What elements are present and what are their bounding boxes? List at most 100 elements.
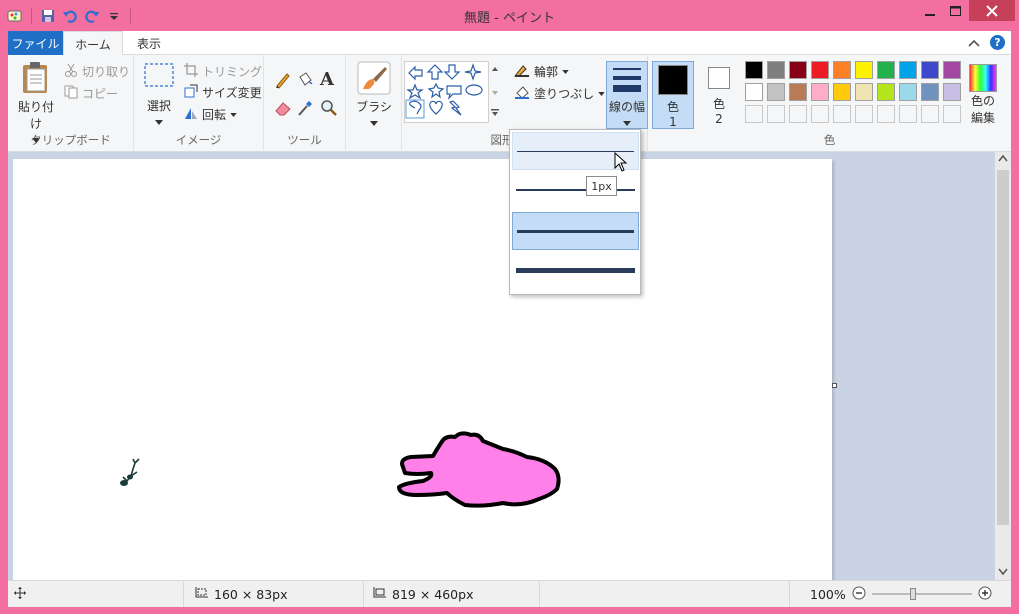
line-width-option-2[interactable] [512, 171, 639, 209]
rect-callout-shape-icon[interactable] [446, 85, 462, 100]
tab-view[interactable]: 表示 [126, 31, 172, 55]
size-button[interactable]: 線の幅 [606, 61, 648, 129]
custom-color-slot[interactable] [811, 105, 829, 123]
chevron-down-icon [623, 121, 631, 126]
color-swatch[interactable] [899, 83, 917, 101]
tab-file[interactable]: ファイル [8, 31, 63, 55]
help-icon[interactable]: ? [990, 35, 1005, 50]
scrollbar-thumb[interactable] [997, 170, 1009, 525]
select-label: 選択 [146, 99, 171, 113]
zoom-controls: 100% [810, 581, 992, 607]
scroll-up-icon[interactable] [995, 152, 1011, 166]
selected-shape-highlight [405, 99, 425, 119]
custom-color-slot[interactable] [943, 105, 961, 123]
line-width-option-4[interactable] [512, 252, 639, 290]
fill-icon [514, 85, 530, 102]
crop-button[interactable]: トリミング [184, 63, 262, 80]
color-swatch[interactable] [855, 83, 873, 101]
vertical-scrollbar[interactable] [995, 152, 1011, 580]
custom-color-slot[interactable] [855, 105, 873, 123]
crop-label: トリミング [202, 65, 263, 79]
six-point-star-shape-icon[interactable] [427, 82, 445, 99]
select-button[interactable]: 選択 [140, 61, 178, 131]
four-point-star-shape-icon[interactable] [464, 63, 482, 81]
down-arrow-shape-icon[interactable] [443, 64, 461, 80]
edit-colors-label-2: 編集 [970, 111, 995, 125]
color-swatch[interactable] [745, 61, 763, 79]
color-swatch[interactable] [899, 61, 917, 79]
color-swatch[interactable] [877, 61, 895, 79]
eraser-icon[interactable] [274, 99, 294, 119]
size-label: 線の幅 [608, 100, 645, 114]
collapse-ribbon-icon[interactable] [968, 36, 980, 50]
color-swatch[interactable] [921, 61, 939, 79]
color-swatch[interactable] [877, 83, 895, 101]
custom-color-slot[interactable] [899, 105, 917, 123]
canvas-resize-handle[interactable] [832, 383, 837, 388]
paste-label: 貼り付け [17, 100, 54, 131]
pencil-icon[interactable] [274, 71, 294, 91]
color-swatch[interactable] [745, 83, 763, 101]
edit-colors-button[interactable]: 色の 編集 [960, 61, 1006, 131]
cut-button[interactable]: 切り取り [64, 63, 130, 80]
lightning-shape-icon[interactable] [448, 100, 462, 116]
paste-button[interactable]: 貼り付け [14, 61, 58, 143]
resize-button[interactable]: サイズ変更 [184, 84, 262, 101]
color1-button[interactable]: 色 1 [652, 61, 694, 129]
color1-swatch [658, 65, 688, 95]
zoom-out-icon[interactable] [852, 586, 866, 603]
heart-shape-icon[interactable] [429, 100, 443, 115]
brush-icon [357, 61, 391, 95]
custom-color-slot[interactable] [877, 105, 895, 123]
color-swatch[interactable] [943, 83, 961, 101]
outline-label: 輪郭 [534, 65, 559, 79]
magnifier-icon[interactable] [320, 99, 340, 119]
color-swatch[interactable] [833, 83, 851, 101]
five-point-star-shape-icon[interactable] [406, 83, 424, 100]
color-swatch[interactable] [855, 61, 873, 79]
custom-color-slot[interactable] [767, 105, 785, 123]
drawing-content [120, 431, 561, 508]
custom-color-slot[interactable] [745, 105, 763, 123]
left-arrow-shape-icon[interactable] [408, 65, 423, 81]
zoom-slider-thumb[interactable] [909, 588, 916, 600]
color-swatch[interactable] [789, 61, 807, 79]
line-sample [516, 268, 635, 273]
fill-bucket-icon[interactable] [296, 71, 316, 91]
cloud-callout-shape-icon[interactable] [409, 100, 422, 115]
text-tool-icon[interactable]: A [320, 69, 340, 90]
color-swatch[interactable] [921, 83, 939, 101]
copy-button[interactable]: コピー [64, 85, 118, 102]
zoom-in-icon[interactable] [978, 586, 992, 603]
color-swatch[interactable] [833, 61, 851, 79]
color-swatch[interactable] [767, 61, 785, 79]
scissors-icon [64, 63, 78, 80]
color2-button[interactable]: 色 2 [698, 61, 740, 129]
color-swatch[interactable] [767, 83, 785, 101]
custom-color-slot[interactable] [833, 105, 851, 123]
close-button[interactable] [969, 0, 1015, 21]
custom-color-slot[interactable] [921, 105, 939, 123]
line-width-option-3[interactable] [512, 212, 639, 250]
scroll-down-icon[interactable] [995, 564, 1011, 578]
tab-home[interactable]: ホーム [63, 31, 123, 56]
fill-label: 塗りつぶし [534, 87, 595, 101]
zoom-slider[interactable] [871, 587, 972, 601]
color-swatch[interactable] [811, 83, 829, 101]
color-swatch[interactable] [943, 61, 961, 79]
oval-callout-shape-icon[interactable] [465, 84, 483, 96]
outline-button[interactable]: 輪郭 [514, 63, 569, 80]
custom-color-slot[interactable] [789, 105, 807, 123]
up-arrow-shape-icon[interactable] [426, 64, 444, 80]
fill-button[interactable]: 塗りつぶし [514, 85, 605, 102]
color-swatch[interactable] [789, 83, 807, 101]
maximize-button[interactable] [940, 0, 970, 22]
drawing-canvas[interactable] [13, 159, 832, 580]
color-picker-icon[interactable] [296, 99, 316, 119]
paste-icon [23, 62, 47, 93]
shapes-gallery-scroller[interactable] [488, 61, 500, 123]
color-swatch[interactable] [811, 61, 829, 79]
line-sample [516, 189, 635, 191]
brushes-button[interactable]: ブラシ [354, 61, 394, 131]
rotate-button[interactable]: 回転 [184, 106, 237, 123]
